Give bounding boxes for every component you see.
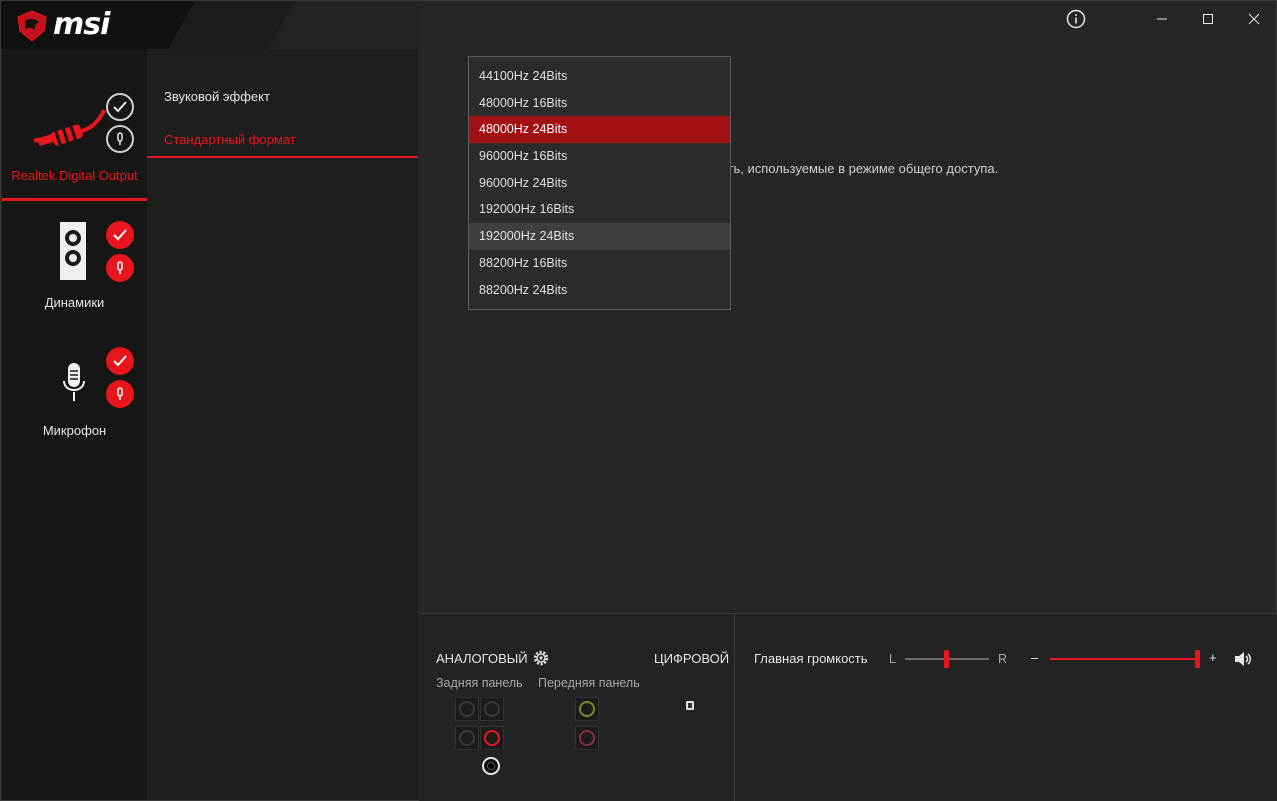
msi-dragon-logo	[17, 10, 47, 42]
format-dropdown-list[interactable]: 44100Hz 24Bits 48000Hz 16Bits 48000Hz 24…	[468, 56, 731, 310]
maximize-icon	[1203, 14, 1213, 24]
rear-jack[interactable]	[455, 726, 479, 750]
format-option[interactable]: 96000Hz 24Bits	[469, 170, 730, 197]
device-column: Realtek Digital Output Динамики Микрофон	[2, 49, 147, 800]
device-label: Динамики	[44, 295, 105, 310]
device-realtek-digital-output[interactable]: Realtek Digital Output	[2, 49, 147, 199]
default-comm-mic-icon[interactable]	[106, 125, 134, 153]
default-device-check-icon[interactable]	[106, 93, 134, 121]
format-option[interactable]: 96000Hz 16Bits	[469, 143, 730, 170]
front-jack-mic[interactable]	[575, 726, 599, 750]
close-icon	[1248, 13, 1260, 25]
gear-icon	[533, 650, 549, 666]
rear-jack-black[interactable]	[482, 757, 500, 775]
device-label: Realtek Digital Output	[11, 168, 138, 183]
volume-plus-button[interactable]: +	[1209, 650, 1217, 665]
format-option[interactable]: 88200Hz 16Bits	[469, 250, 730, 277]
format-description: сть, используемые в режиме общего доступ…	[721, 161, 999, 176]
maximize-button[interactable]	[1196, 7, 1220, 31]
close-button[interactable]	[1242, 7, 1266, 31]
menu-item-default-format[interactable]: Стандартный формат	[164, 132, 296, 147]
format-option[interactable]: 44100Hz 24Bits	[469, 63, 730, 90]
balance-slider-thumb[interactable]	[944, 650, 949, 668]
balance-slider[interactable]	[905, 650, 989, 668]
digital-label: ЦИФРОВОЙ	[654, 651, 730, 666]
format-option[interactable]: 88200Hz 24Bits	[469, 277, 730, 304]
digital-cable-icon	[33, 109, 106, 146]
rear-jack[interactable]	[480, 697, 504, 721]
active-menu-underline	[147, 156, 418, 158]
logo-bar: msi	[1, 1, 418, 49]
microphone-icon	[63, 363, 85, 401]
default-comm-mic-icon[interactable]	[106, 254, 134, 282]
format-option[interactable]: 192000Hz 16Bits	[469, 196, 730, 223]
app-window: msi Realtek Digital Output Динамики Микр…	[0, 0, 1277, 801]
minimize-icon	[1157, 18, 1167, 20]
default-device-check-icon[interactable]	[106, 347, 134, 375]
analog-label: АНАЛОГОВЫЙ	[436, 651, 528, 666]
device-microphone[interactable]: Микрофон	[2, 339, 147, 449]
minimize-button[interactable]	[1150, 7, 1174, 31]
panel-divider	[734, 614, 735, 801]
device-label: Микрофон	[42, 423, 107, 438]
info-button[interactable]	[1064, 7, 1088, 31]
volume-slider-thumb[interactable]	[1195, 650, 1200, 668]
format-option-hovered[interactable]: 192000Hz 24Bits	[469, 223, 730, 250]
default-comm-mic-icon[interactable]	[106, 380, 134, 408]
balance-left-label: L	[889, 652, 896, 666]
info-icon	[1066, 9, 1086, 29]
rear-jack[interactable]	[455, 697, 479, 721]
active-device-underline	[2, 198, 147, 201]
bottom-panel: АНАЛОГОВЫЙ ЦИФРОВОЙ Задняя панель Передн…	[419, 613, 1277, 801]
front-jack-headphone[interactable]	[575, 697, 599, 721]
analog-settings-button[interactable]	[532, 649, 550, 667]
balance-right-label: R	[998, 652, 1008, 666]
speaker-volume-icon	[1235, 652, 1251, 666]
master-volume-slider[interactable]	[1050, 650, 1200, 668]
front-panel-label: Передняя панель	[538, 676, 640, 690]
digital-port-icon[interactable]	[686, 701, 694, 710]
settings-menu: Звуковой эффект Стандартный формат	[147, 49, 418, 800]
speaker-icon	[60, 222, 86, 280]
master-volume-label: Главная громкость	[754, 651, 868, 666]
rear-panel-label: Задняя панель	[436, 676, 523, 690]
default-device-check-icon[interactable]	[106, 221, 134, 249]
brand-name: msi	[53, 7, 110, 42]
mute-button[interactable]	[1234, 651, 1252, 667]
format-option-selected[interactable]: 48000Hz 24Bits	[469, 116, 730, 144]
rear-jack-active[interactable]	[480, 726, 504, 750]
volume-minus-button[interactable]: –	[1031, 650, 1038, 665]
menu-item-sound-effect[interactable]: Звуковой эффект	[164, 89, 270, 104]
format-option[interactable]: 48000Hz 16Bits	[469, 90, 730, 117]
device-speakers[interactable]: Динамики	[2, 207, 147, 317]
